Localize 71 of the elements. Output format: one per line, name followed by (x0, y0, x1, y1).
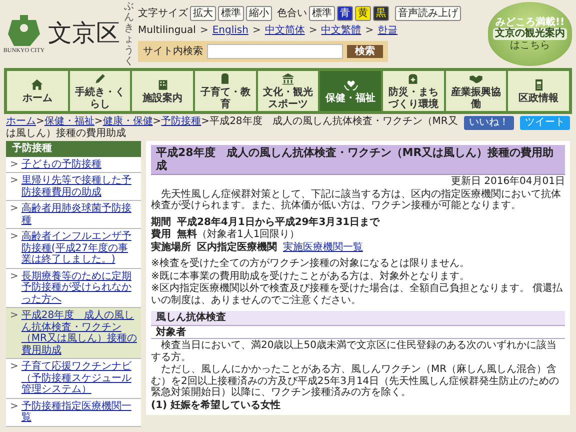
note-text: ※既に本事業の費用助成を受けたことがある方は、対象外となります。 (151, 270, 470, 282)
paragraph: ただし、風しんにかかったことがある方、風しんワクチン（MR（麻しん風しん混合）含む）を2回以上接種済みの方及び平成25年3月14日（先天性風しん症候群発生防止のための緊急対策開始日）以降に、ワクチン接種済みの方を除く。 (151, 364, 560, 399)
breadcrumb-link[interactable]: ホーム (6, 116, 36, 127)
color-scheme-button[interactable]: 黄 (355, 6, 371, 22)
detail-value: 平成28年4月1日から平成29年3月31日まで (177, 216, 380, 228)
nav-tab[interactable]: 保健・福祉 (320, 71, 382, 111)
detail-link[interactable]: 実施医療機関一覧 (283, 242, 363, 254)
separator: > (252, 25, 261, 37)
detail-term: 期間 (151, 216, 171, 228)
nav-tab[interactable]: 防災・まちづくり環境 (383, 71, 444, 111)
hall-icon (281, 72, 296, 86)
sidebar-item[interactable]: > 平成28年度 成人の風しん抗体検査・ワクチン（MR又は風しん）接種の費用助成 (6, 308, 141, 359)
detail-term: 実施場所 (151, 242, 191, 254)
note-text: ※区内指定医療機関以外で検査及び接種を受けた場合は、全額自己負担となります。 償還払いの制度は、ありませんのでご注意ください。 (151, 283, 564, 306)
color-scheme-button[interactable]: 青 (337, 6, 353, 22)
nav-tab[interactable]: 子育て・教育 (195, 71, 256, 111)
house-icon (30, 78, 44, 92)
color-scheme-label: 色合い (277, 8, 307, 20)
subsection-heading: 対象者 (151, 326, 565, 340)
intro-text: 先天性風しん症候群対策として、下記に該当する方は、区内の指定医療機関において抗体検査が受けられます。また、抗体価が低い方は、ワクチン接種が可能となります。 (151, 188, 562, 212)
sidebar-item[interactable]: > 里帰り先等で接種した予防接種費用の助成 (6, 173, 141, 201)
logo-reading: ぶんきょうく (124, 1, 134, 67)
breadcrumb-link[interactable]: 予防接種 (161, 116, 202, 127)
language-link[interactable]: 中文简体 (264, 25, 305, 37)
language-link[interactable]: 한글 (378, 25, 398, 37)
separator: > (308, 25, 318, 37)
multilingual-label: Multilingual (138, 25, 196, 37)
separator: > (365, 25, 374, 37)
search-label: サイト内検索 (143, 46, 203, 57)
detail-value: 区内指定医療機関 (197, 242, 277, 254)
breadcrumb-link[interactable]: 保健・福祉 (44, 116, 94, 127)
breadcrumb-trail: ホーム>保健・福祉>健康・保健>予防接種>平成28年度 成人の風しん抗体検査・ワクチン（MR又は風しん）接種の費用助成 (6, 116, 458, 139)
sidebar-item[interactable]: > 高齢者用肺炎球菌予防接種 (6, 201, 141, 229)
nav-tab[interactable]: 手続き・くらし (70, 71, 130, 111)
search-button[interactable]: 検索 (347, 44, 383, 58)
nav-tab[interactable]: 区政情報 (508, 71, 570, 111)
pencil-icon (93, 72, 107, 86)
tourism-banner[interactable]: みどころ満載!! 文京の観光案内 はこちら (488, 2, 572, 66)
nav-tab[interactable]: 文化・観光スポーツ (258, 71, 318, 111)
sidebar-item[interactable]: > 子どもの予防接種 (6, 156, 141, 173)
font-size-button[interactable]: 標準 (218, 6, 244, 22)
search-field[interactable] (207, 44, 343, 59)
font-size-button[interactable]: 縮小 (246, 6, 272, 22)
city-emblem-icon (6, 14, 42, 48)
nav-tab[interactable]: 産業振興協働 (446, 71, 506, 111)
breadcrumb-link[interactable]: 健康・保健 (102, 116, 153, 127)
read-aloud-button[interactable]: 音声読み上げ (395, 6, 461, 22)
color-scheme-button[interactable]: 黒 (373, 6, 389, 22)
nav-tab[interactable]: 施設案内 (132, 71, 194, 111)
logo-text: 文京区 (48, 20, 120, 48)
page-title: 平成28年度 成人の風しん抗体検査・ワクチン（MR又は風しん）接種の費用助成 (151, 145, 565, 176)
note-text: ※検査を受けた全ての方がワクチン接種の対象になるとは限りません。 (151, 258, 470, 270)
section-heading: 風しん抗体検査 (151, 311, 565, 326)
sidebar-item[interactable]: > 長期療養等のために定期予防接種が受けられなかった方へ (6, 268, 141, 308)
sidebar-item[interactable]: > 子育て応援ワクチンナビ（予防接種スケジュール管理システム） (6, 359, 141, 398)
paragraph: 検査当日において、満20歳以上50歳未満で文京区に住民登録のある次のいずれかに該当する方。 (151, 340, 558, 364)
detail-value: 無料（対象者1人1回限り） (177, 229, 300, 241)
language-link[interactable]: English (212, 25, 248, 37)
list-item: (1) 妊娠を希望している女性 (151, 400, 282, 412)
font-size-label: 文字サイズ (138, 8, 188, 20)
color-scheme-button[interactable]: 標準 (309, 6, 335, 22)
font-size-button[interactable]: 拡大 (190, 6, 216, 22)
separator: > (200, 25, 208, 37)
sidebar-item[interactable]: > 予防接種指定医療機関一覧 (6, 398, 141, 426)
sidebar-item[interactable]: > 高齢者インフルエンザ予防接種(平成27年度の事業は終了しました。) (6, 229, 141, 268)
nav-tab[interactable]: ホーム (7, 71, 68, 111)
detail-term: 費用 (151, 229, 171, 241)
updated-date: 更新日 2016年04月01日 (450, 176, 565, 188)
sidebar-title: 予防接種 (6, 141, 141, 156)
language-link[interactable]: 中文繁體 (321, 25, 362, 37)
like-button[interactable]: いいね！ (464, 116, 514, 130)
